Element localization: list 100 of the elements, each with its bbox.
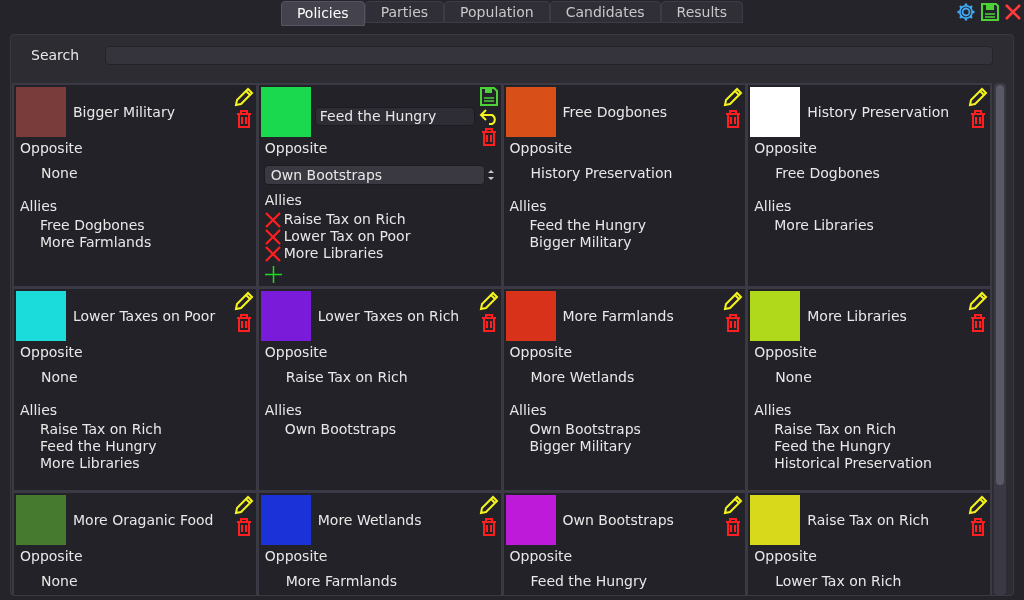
opposite-value: Feed the Hungry [530,572,648,591]
pencil-icon[interactable] [968,87,988,107]
save-icon[interactable] [479,87,498,106]
opposite-value: History Preservation [530,164,674,183]
add-icon[interactable] [264,266,282,283]
tab[interactable]: Results [660,1,744,23]
close-icon[interactable] [1004,2,1022,22]
trash-icon[interactable] [480,127,497,146]
policy-name: Bigger Military [73,102,175,122]
policy-name: History Preservation [807,102,950,122]
color-swatch[interactable] [16,495,66,545]
opposite-value: Free Dogbones [775,164,881,183]
tab[interactable]: Policies [280,1,365,26]
trash-icon[interactable] [235,313,252,332]
trash-icon[interactable] [725,313,742,332]
tab[interactable]: Parties [364,1,445,23]
opposite-value: Lower Tax on Rich [775,572,903,591]
pencil-icon[interactable] [478,495,499,515]
trash-icon[interactable] [725,517,742,536]
opposite-value: Raise Tax on Rich [285,368,409,387]
pencil-icon[interactable] [233,87,254,107]
ally-item: Feed the Hungry [529,217,646,233]
allies-label: Allies [264,401,303,420]
opposite-value: More Farmlands [285,572,398,591]
color-swatch[interactable] [260,291,311,341]
color-swatch[interactable] [505,495,556,545]
pencil-icon[interactable] [968,291,988,311]
opposite-label: Opposite [264,547,329,566]
color-swatch[interactable] [16,291,66,341]
settings-icon[interactable] [956,2,976,22]
opposite-label: Opposite [20,547,84,566]
pencil-icon[interactable] [723,291,744,311]
trash-icon[interactable] [970,109,986,128]
trash-icon[interactable] [235,109,252,128]
opposite-label: Opposite [20,139,84,158]
ally-item: Feed the Hungry [774,438,891,454]
color-swatch[interactable] [750,495,801,545]
pencil-icon[interactable] [723,495,744,515]
ally-item: Raise Tax on Rich [283,210,406,229]
opposite-label: Opposite [754,139,818,158]
opposite-dropdown[interactable]: Own Bootstraps [263,165,485,185]
pencil-icon[interactable] [233,291,254,311]
remove-icon[interactable] [264,245,281,262]
name-field[interactable]: Feed the Hungry [314,106,475,126]
policy-name: More Farmlands [562,306,674,326]
opposite-label: Opposite [754,343,818,362]
opposite-label: Opposite [509,343,574,362]
allies-label: Allies [264,191,303,210]
policy-name: Lower Taxes on Rich [317,306,460,326]
pencil-icon[interactable] [233,495,254,515]
color-swatch[interactable] [505,87,556,137]
ally-item: Raise Tax on Rich [40,421,162,437]
allies-label: Allies [509,197,548,216]
allies-label: Allies [509,401,548,420]
ally-item: Lower Tax on Poor [283,227,411,246]
ally-item: More Libraries [40,455,140,471]
ally-item: Own Bootstraps [284,421,397,437]
color-swatch[interactable] [260,495,311,545]
opposite-value: None [41,164,79,183]
allies-label: Allies [20,197,59,216]
color-swatch[interactable] [750,87,801,137]
color-swatch[interactable] [750,291,801,341]
opposite-value: More Wetlands [530,368,636,387]
color-swatch[interactable] [505,291,556,341]
remove-icon[interactable] [264,211,281,228]
ally-item: Own Bootstraps [529,421,641,437]
policy-name: Lower Taxes on Poor [73,306,216,326]
ally-item: Historical Preservation [774,455,932,471]
tab[interactable]: Candidates [549,1,661,23]
ally-item: Free Dogbones [40,217,145,233]
policy-name: More Wetlands [317,510,422,530]
allies-label: Allies [20,401,59,420]
scrollbar[interactable] [994,83,1006,595]
undo-icon[interactable] [478,108,499,125]
opposite-label: Opposite [509,139,574,158]
opposite-value: None [41,368,79,387]
opposite-value: None [41,572,79,591]
policy-name: Own Bootstraps [562,510,674,530]
color-swatch[interactable] [16,87,66,137]
ally-item: Bigger Military [529,234,632,250]
opposite-label: Opposite [754,547,818,566]
pencil-icon[interactable] [478,291,499,311]
save-icon[interactable] [980,2,1000,22]
color-swatch[interactable] [260,87,311,137]
ally-item: More Libraries [283,244,384,263]
remove-icon[interactable] [264,228,281,245]
trash-icon[interactable] [480,313,497,332]
opposite-label: Opposite [264,139,329,158]
trash-icon[interactable] [725,109,742,128]
trash-icon[interactable] [480,517,497,536]
tab[interactable]: Population [444,1,550,23]
pencil-icon[interactable] [723,87,744,107]
opposite-label: Opposite [509,547,574,566]
pencil-icon[interactable] [968,495,988,515]
opposite-value: None [775,368,813,387]
trash-icon[interactable] [970,313,986,332]
opposite-label: Opposite [20,343,84,362]
trash-icon[interactable] [235,517,252,536]
trash-icon[interactable] [970,517,986,536]
ally-item: Raise Tax on Rich [774,421,897,437]
